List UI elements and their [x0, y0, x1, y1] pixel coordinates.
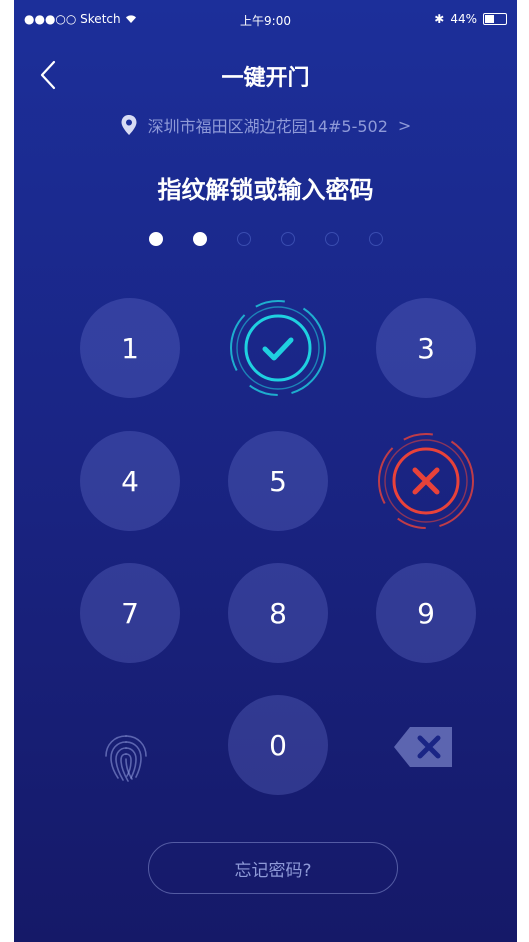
- bluetooth-icon: ✱: [434, 12, 445, 26]
- key-label: 3: [417, 331, 435, 365]
- key-4[interactable]: 4: [80, 431, 180, 531]
- battery-icon: [483, 13, 507, 25]
- key-1[interactable]: 1: [80, 298, 180, 398]
- key-2-success[interactable]: [228, 298, 328, 398]
- forgot-password-button[interactable]: 忘记密码?: [148, 842, 398, 894]
- status-bar: ●●●○○ Sketch 上午9:00 ✱ 44%: [14, 0, 517, 40]
- key-8[interactable]: 8: [228, 563, 328, 663]
- address-text: 深圳市福田区湖边花园14#5-502: [147, 117, 388, 136]
- pin-dot-filled: [148, 232, 163, 246]
- pin-indicator: [14, 232, 517, 246]
- pin-dot-empty: [280, 232, 295, 246]
- address-row[interactable]: 深圳市福田区湖边花园14#5-502 >: [14, 113, 517, 137]
- page-title: 一键开门: [221, 66, 310, 91]
- location-pin-icon: [121, 115, 137, 135]
- key-3[interactable]: 3: [376, 298, 476, 398]
- key-9[interactable]: 9: [376, 563, 476, 663]
- key-label: 8: [269, 596, 287, 630]
- key-label: 7: [121, 596, 139, 630]
- key-label: 0: [269, 728, 287, 762]
- key-7[interactable]: 7: [80, 563, 180, 663]
- battery-percent: 44%: [450, 12, 477, 26]
- phone-screen: ●●●○○ Sketch 上午9:00 ✱ 44% 一键开门 深圳市福田区湖边花…: [14, 0, 517, 942]
- fingerprint-icon[interactable]: [96, 728, 156, 788]
- key-label: 9: [417, 596, 435, 630]
- backspace-icon[interactable]: [392, 723, 456, 771]
- status-right: ✱ 44%: [434, 12, 507, 26]
- chevron-right-icon: >: [397, 115, 412, 135]
- pin-dot-filled: [192, 232, 207, 246]
- unlock-prompt: 指纹解锁或输入密码: [157, 176, 374, 204]
- key-label: 4: [121, 464, 139, 498]
- key-0[interactable]: 0: [228, 695, 328, 795]
- pin-dot-empty: [324, 232, 339, 246]
- pin-dot-empty: [236, 232, 251, 246]
- key-label: 5: [269, 464, 287, 498]
- pin-dot-empty: [368, 232, 383, 246]
- key-5[interactable]: 5: [228, 431, 328, 531]
- key-label: 1: [121, 331, 139, 365]
- key-6-error[interactable]: [376, 431, 476, 531]
- nav-bar: 一键开门: [14, 50, 517, 100]
